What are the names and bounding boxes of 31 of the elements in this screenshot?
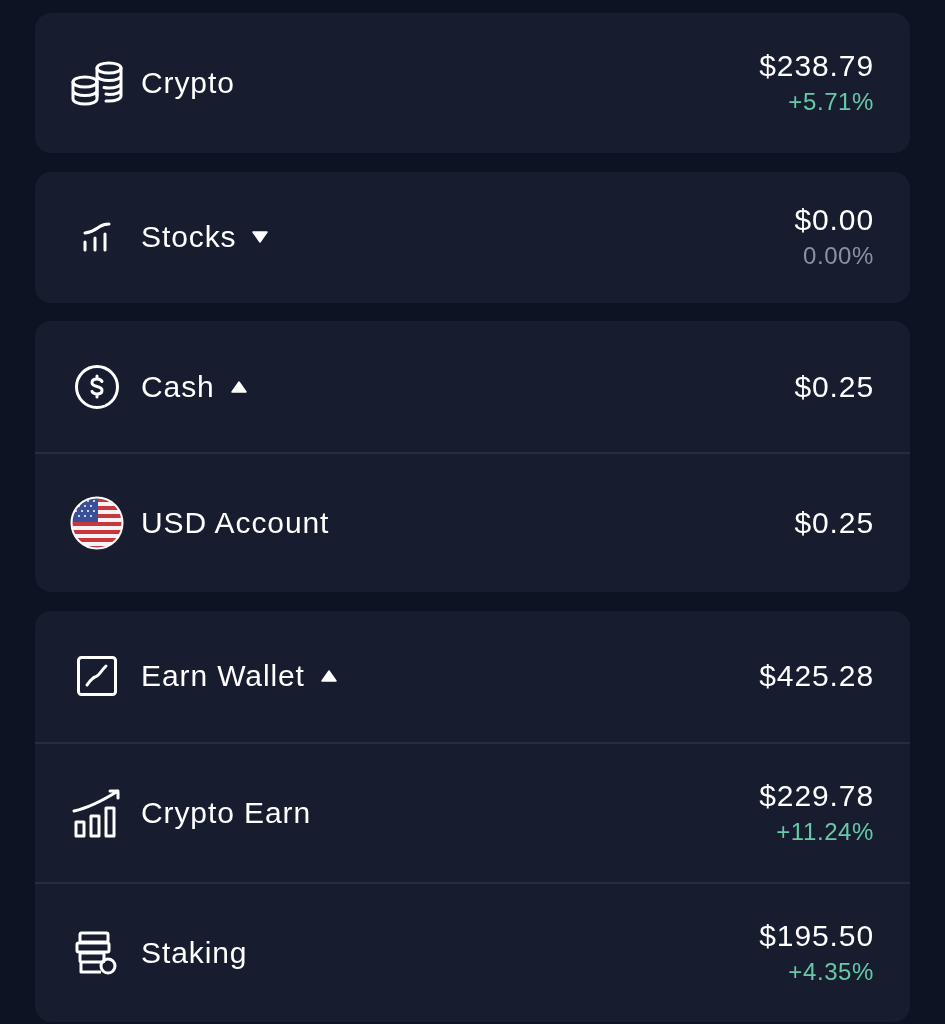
account-name: Crypto Earn: [141, 795, 311, 830]
balance-amount: $229.78: [759, 778, 874, 813]
stack-icon: [75, 930, 119, 975]
change-percent: 0.00%: [802, 241, 874, 271]
account-name: Cash: [141, 369, 215, 404]
account-name: Crypto: [141, 66, 235, 100]
balance-amount: $0.25: [794, 506, 874, 540]
growth-chart-icon: [72, 787, 122, 838]
change-percent: +4.35%: [788, 956, 874, 987]
balance-amount: $238.79: [759, 49, 874, 83]
account-name: Earn Wallet: [141, 659, 305, 693]
account-card[interactable]: Cash $0.25 USD Account $0.25: [35, 321, 910, 592]
account-name: Stocks: [141, 220, 237, 254]
line-chart-icon: [77, 656, 117, 696]
bar-chart-icon: [82, 222, 112, 252]
account-card[interactable]: Earn Wallet $425.28 Crypto Earn $229.78 +11.24% Staking $195.50 +4.35%: [35, 610, 910, 1022]
change-percent: +11.24%: [776, 816, 874, 847]
balance-amount: $195.50: [759, 918, 874, 953]
account-card[interactable]: Crypto $238.79 +5.71%: [35, 13, 910, 153]
account-card[interactable]: Stocks $0.00 0.00%: [35, 171, 910, 303]
coin-stack-icon: [70, 60, 124, 106]
balance-amount: $0.25: [794, 369, 874, 404]
balance-amount: $0.00: [794, 203, 874, 237]
account-name: Staking: [141, 935, 248, 970]
dollar-circle-icon: [74, 363, 120, 410]
balance-amount: $425.28: [759, 659, 874, 693]
caret-icon[interactable]: [320, 670, 337, 682]
change-percent: +5.71%: [788, 87, 874, 117]
caret-icon[interactable]: [252, 231, 269, 243]
account-name: USD Account: [141, 506, 330, 540]
caret-icon[interactable]: [230, 380, 247, 393]
